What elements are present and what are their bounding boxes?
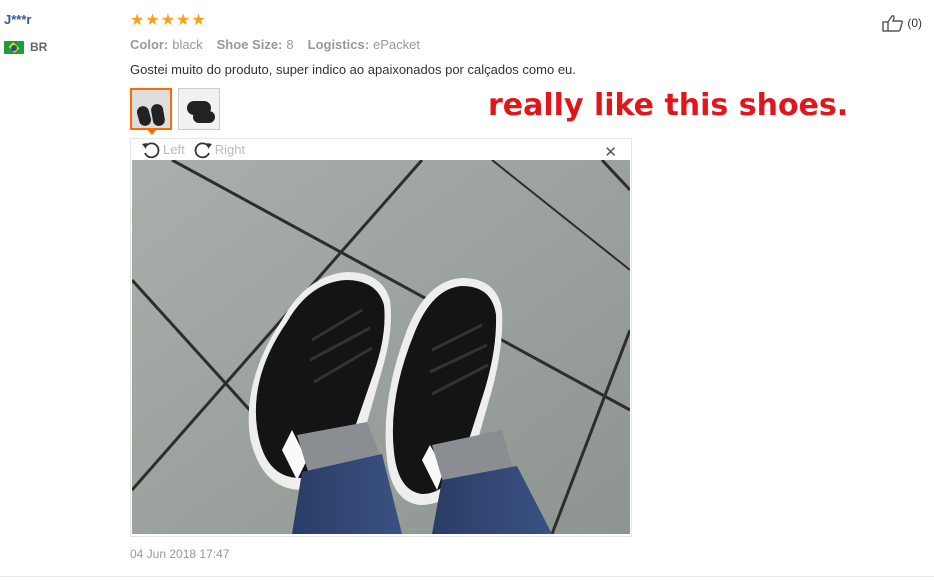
thumbs-up-icon xyxy=(882,15,904,32)
annotation-text: really like this shoes. xyxy=(488,88,849,123)
rotate-left-button[interactable]: Left xyxy=(141,141,185,159)
star-icon: ★ xyxy=(130,12,145,29)
close-icon[interactable]: ✕ xyxy=(604,143,617,161)
thumbnail-1[interactable] xyxy=(130,88,172,130)
rotate-left-label: Left xyxy=(163,142,185,157)
star-icon: ★ xyxy=(176,12,191,29)
like-button[interactable]: (0) xyxy=(882,14,922,32)
star-icon: ★ xyxy=(145,12,160,29)
thumbnail-2[interactable] xyxy=(178,88,220,130)
rotate-right-label: Right xyxy=(214,142,246,157)
viewer-toolbar: Left Right xyxy=(131,139,631,160)
review-attributes: Color: black Shoe Size: 8 Logistics: ePacke… xyxy=(130,37,420,52)
rotate-left-icon xyxy=(142,141,160,158)
attribute-logistics: Logistics: ePacket xyxy=(307,37,421,52)
country-code: BR xyxy=(30,40,48,54)
photo-viewer: Left Right ✕ xyxy=(130,138,632,537)
rotate-right-icon xyxy=(194,141,212,158)
country: BR xyxy=(4,40,47,54)
user-name[interactable]: J***r xyxy=(4,12,31,27)
star-icon: ★ xyxy=(160,12,176,29)
photo-thumbnails xyxy=(130,88,220,130)
brazil-flag-icon xyxy=(4,40,24,54)
review-photo xyxy=(132,160,630,534)
rating-stars: ★ ★ ★ ★ ★ xyxy=(130,13,206,29)
divider xyxy=(0,576,934,577)
attribute-color: Color: black xyxy=(130,37,203,52)
rotate-right-button[interactable]: Right xyxy=(193,141,245,159)
review-date: 04 Jun 2018 17:47 xyxy=(130,547,230,561)
active-thumbnail-caret xyxy=(146,128,158,135)
attribute-shoe-size: Shoe Size: 8 xyxy=(216,37,294,52)
like-count: (0) xyxy=(907,16,922,30)
feedback-text: Gostei muito do produto, super indico ao… xyxy=(130,62,576,77)
star-icon: ★ xyxy=(191,12,206,29)
